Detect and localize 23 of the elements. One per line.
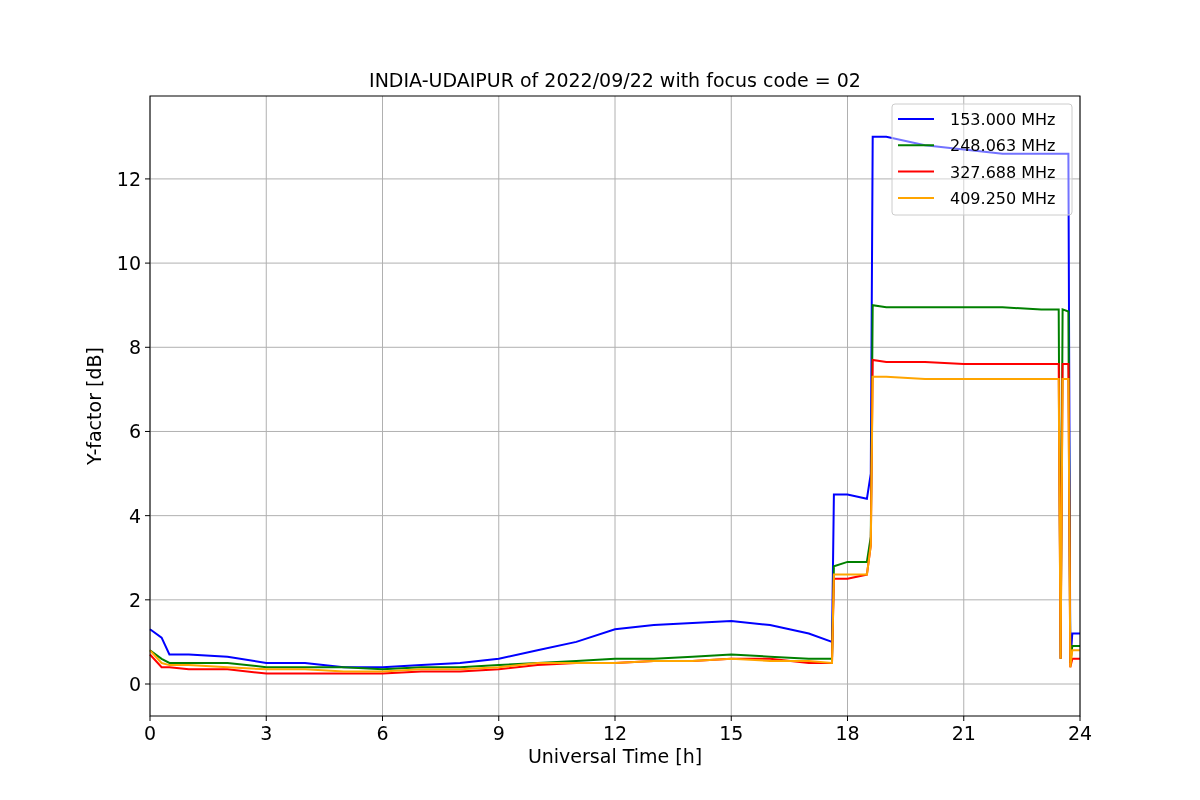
y-axis-label: Y-factor [dB] [83,347,105,465]
x-tick-label: 18 [835,722,860,744]
x-tick-label: 0 [143,722,157,744]
x-tick-label: 9 [492,722,505,744]
legend-label: 153.000 MHz [950,110,1056,129]
x-tick-label: 3 [260,722,273,744]
y-tick-label: 12 [116,167,141,190]
x-tick-label: 21 [951,722,976,744]
y-tick-label: 2 [128,588,141,611]
y-tick-label: 10 [116,252,141,275]
x-axis-label: Universal Time [h] [527,745,703,767]
legend-label: 409.250 MHz [950,188,1056,208]
x-tick-label: 24 [1067,722,1093,744]
y-tick-label: 6 [128,420,141,443]
legend-label: 327.688 MHz [950,162,1056,182]
y-tick-label: 8 [128,336,141,359]
y-tick-label: 4 [128,504,141,527]
x-tick-label: 15 [719,722,744,744]
x-tick-label: 12 [602,722,628,744]
y-tick-label: 0 [128,673,141,695]
legend-label: 248.063 MHz [950,136,1056,156]
chart-title: INDIA-UDAIPUR of 2022/09/22 with focus code = 02 [369,69,861,91]
x-tick-label: 6 [376,722,389,744]
